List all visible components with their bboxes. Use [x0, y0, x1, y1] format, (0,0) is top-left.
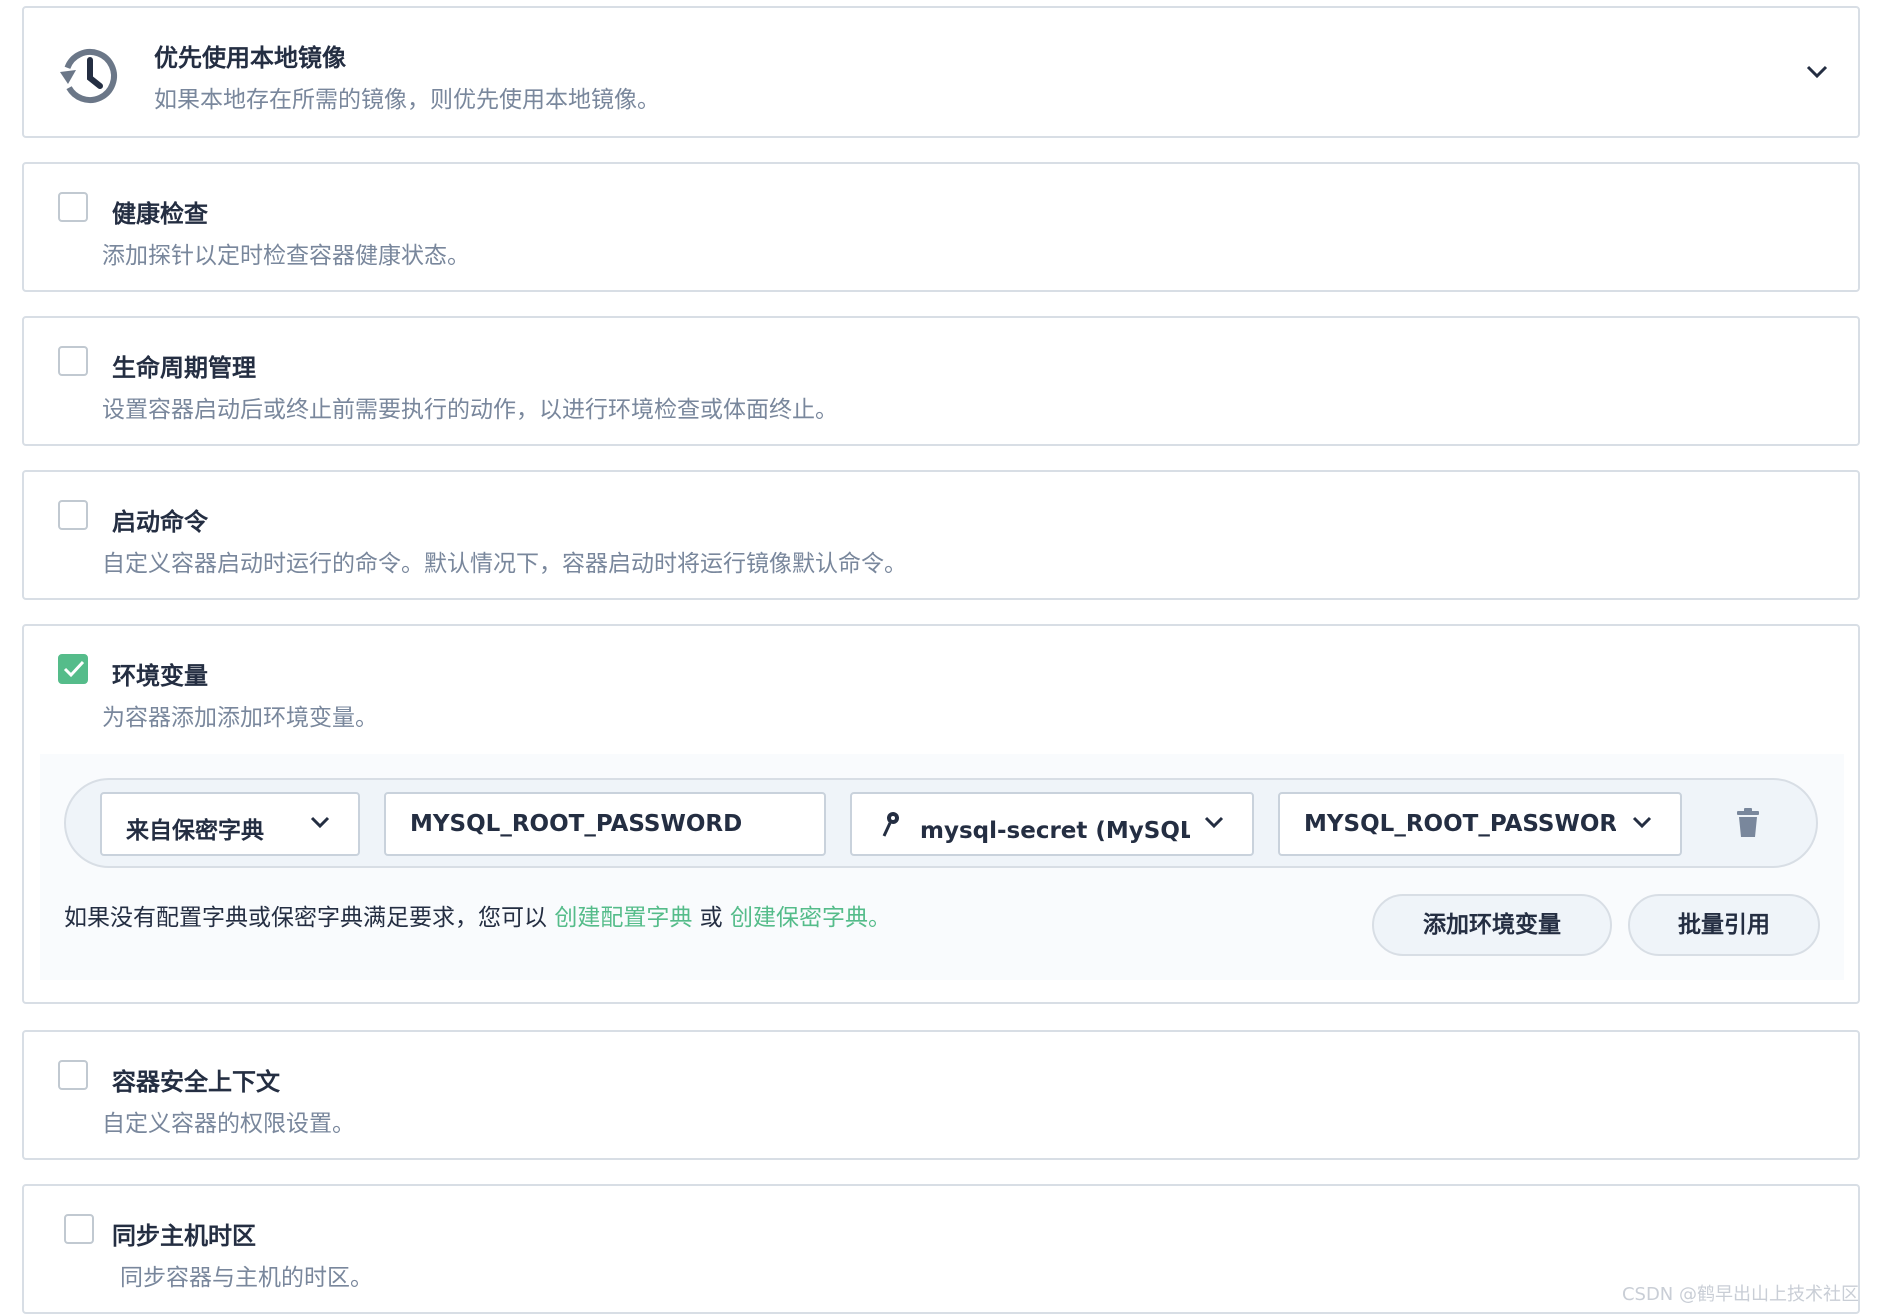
env-secret-key-value: MYSQL_ROOT_PASSWORD: [1304, 811, 1616, 837]
image-policy-description: 如果本地存在所需的镜像，则优先使用本地镜像。: [154, 87, 660, 113]
env-vars-title: 环境变量: [112, 662, 208, 690]
health-check-card: 健康检查 添加探针以定时检查容器健康状态。: [22, 162, 1860, 292]
sync-timezone-title: 同步主机时区: [112, 1222, 256, 1250]
startup-command-card: 启动命令 自定义容器启动时运行的命令。默认情况下，容器启动时将运行镜像默认命令。: [22, 470, 1860, 600]
startup-command-description: 自定义容器启动时运行的命令。默认情况下，容器启动时将运行镜像默认命令。: [102, 551, 907, 577]
sync-timezone-card: 同步主机时区 同步容器与主机的时区。: [22, 1184, 1860, 1314]
check-icon: [63, 660, 85, 678]
lifecycle-checkbox[interactable]: [58, 346, 88, 376]
startup-command-title: 启动命令: [112, 508, 208, 536]
history-icon: [56, 44, 120, 112]
env-hint-text: 如果没有配置字典或保密字典满足要求，您可以: [64, 905, 547, 931]
key-icon: [882, 812, 899, 837]
env-secret-select[interactable]: mysql-secret (MySQL 密: [850, 792, 1254, 856]
chevron-down-icon: [1632, 816, 1652, 829]
watermark: CSDN @鹤早出山上技术社区: [1621, 1284, 1859, 1305]
chevron-down-icon: [1204, 816, 1224, 829]
add-env-var-button[interactable]: 添加环境变量: [1372, 894, 1612, 956]
health-check-title: 健康检查: [112, 200, 208, 228]
lifecycle-card: 生命周期管理 设置容器启动后或终止前需要执行的动作，以进行环境检查或体面终止。: [22, 316, 1860, 446]
security-context-card: 容器安全上下文 自定义容器的权限设置。: [22, 1030, 1860, 1160]
startup-command-checkbox[interactable]: [58, 500, 88, 530]
lifecycle-description: 设置容器启动后或终止前需要执行的动作，以进行环境检查或体面终止。: [102, 397, 838, 423]
env-vars-checkbox[interactable]: [58, 654, 88, 684]
security-context-checkbox[interactable]: [58, 1060, 88, 1090]
env-name-value: MYSQL_ROOT_PASSWORD: [410, 811, 743, 837]
image-policy-title: 优先使用本地镜像: [154, 44, 346, 72]
lifecycle-title: 生命周期管理: [112, 354, 256, 382]
env-vars-description: 为容器添加添加环境变量。: [102, 705, 378, 731]
health-check-description: 添加探针以定时检查容器健康状态。: [102, 243, 470, 269]
security-context-title: 容器安全上下文: [112, 1068, 280, 1096]
env-source-type-select[interactable]: 来自保密字典: [100, 792, 360, 856]
trash-icon[interactable]: [1736, 808, 1760, 842]
batch-reference-button[interactable]: 批量引用: [1628, 894, 1820, 956]
env-name-input[interactable]: MYSQL_ROOT_PASSWORD: [384, 792, 826, 856]
chevron-down-icon: [310, 816, 330, 829]
sync-timezone-description: 同步容器与主机的时区。: [120, 1265, 373, 1291]
env-secret-key-select[interactable]: MYSQL_ROOT_PASSWORD: [1278, 792, 1682, 856]
security-context-description: 自定义容器的权限设置。: [102, 1111, 355, 1137]
env-hint: 如果没有配置字典或保密字典满足要求，您可以 创建配置字典 或 创建保密字典。: [64, 898, 891, 932]
env-source-type-value: 来自保密字典: [126, 818, 264, 844]
chevron-down-icon[interactable]: [1806, 64, 1828, 83]
create-secret-link[interactable]: 创建保密字典。: [730, 905, 891, 931]
create-configmap-link[interactable]: 创建配置字典: [554, 905, 692, 931]
env-secret-value: mysql-secret (MySQL 密: [920, 818, 1190, 844]
health-check-checkbox[interactable]: [58, 192, 88, 222]
env-hint-or: 或: [699, 905, 723, 931]
image-pull-policy-card[interactable]: 优先使用本地镜像 如果本地存在所需的镜像，则优先使用本地镜像。: [22, 6, 1860, 138]
sync-timezone-checkbox[interactable]: [64, 1214, 94, 1244]
